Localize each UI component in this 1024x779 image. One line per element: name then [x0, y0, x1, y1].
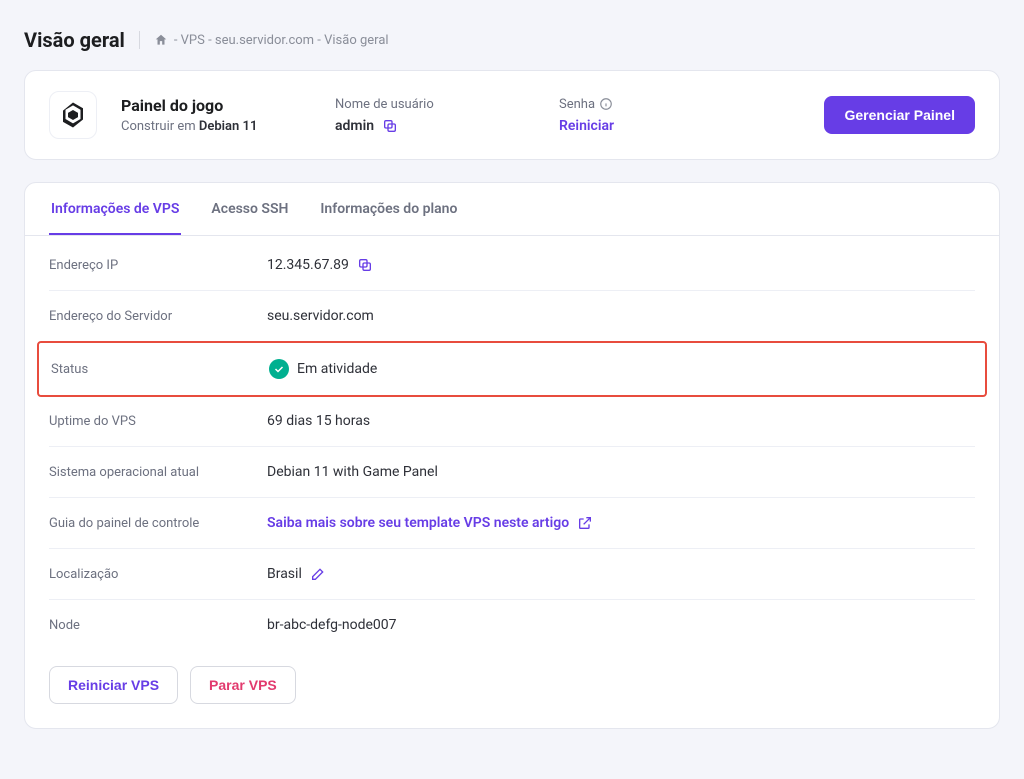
os-value: Debian 11 with Game Panel [267, 464, 438, 480]
row-ip: Endereço IP 12.345.67.89 [49, 240, 975, 291]
page-header: Visão geral - VPS - seu.servidor.com - V… [24, 28, 1000, 52]
username-value: admin [335, 118, 374, 134]
os-label: Sistema operacional atual [49, 465, 267, 480]
tabs: Informações de VPS Acesso SSH Informaçõe… [25, 183, 999, 236]
panel-title: Painel do jogo [121, 96, 311, 115]
guide-link[interactable]: Saiba mais sobre seu template VPS neste … [267, 515, 569, 531]
guide-label: Guia do painel de controle [49, 516, 267, 531]
row-uptime: Uptime do VPS 69 dias 15 horas [49, 396, 975, 447]
header-divider [139, 31, 140, 49]
password-reset-link[interactable]: Reiniciar [559, 118, 759, 134]
tab-plan[interactable]: Informações do plano [318, 183, 459, 235]
location-value: Brasil [267, 566, 302, 582]
manage-panel-button[interactable]: Gerenciar Painel [824, 96, 975, 134]
row-os: Sistema operacional atual Debian 11 with… [49, 447, 975, 498]
external-link-icon[interactable] [577, 515, 593, 531]
stop-vps-button[interactable]: Parar VPS [190, 666, 296, 704]
hex-icon [58, 100, 88, 130]
password-label: Senha [559, 97, 759, 112]
username-label: Nome de usuário [335, 97, 535, 112]
row-server: Endereço do Servidor seu.servidor.com [49, 291, 975, 342]
page-title: Visão geral [24, 28, 125, 52]
server-label: Endereço do Servidor [49, 309, 267, 324]
vps-info-card: Informações de VPS Acesso SSH Informaçõe… [24, 182, 1000, 729]
game-panel-card: Painel do jogo Construir em Debian 11 No… [24, 70, 1000, 160]
ip-value: 12.345.67.89 [267, 257, 349, 273]
edit-icon[interactable] [310, 566, 326, 582]
breadcrumb[interactable]: - VPS - seu.servidor.com - Visão geral [154, 33, 389, 48]
tab-vps-info[interactable]: Informações de VPS [49, 183, 181, 235]
breadcrumb-text: - VPS - seu.servidor.com - Visão geral [174, 33, 389, 48]
panel-subtitle: Construir em Debian 11 [121, 119, 311, 134]
status-check-icon [269, 359, 289, 379]
tab-ssh[interactable]: Acesso SSH [209, 183, 290, 235]
info-icon[interactable] [599, 97, 613, 111]
status-value: Em atividade [297, 361, 377, 377]
node-value: br-abc-defg-node007 [267, 617, 397, 633]
location-label: Localização [49, 567, 267, 582]
ip-label: Endereço IP [49, 258, 267, 273]
uptime-value: 69 dias 15 horas [267, 413, 370, 429]
node-label: Node [49, 618, 267, 633]
copy-icon[interactable] [382, 118, 398, 134]
row-location: Localização Brasil [49, 549, 975, 600]
uptime-label: Uptime do VPS [49, 414, 267, 429]
restart-vps-button[interactable]: Reiniciar VPS [49, 666, 178, 704]
panel-logo [49, 91, 97, 139]
row-status: Status Em atividade [37, 341, 987, 397]
home-icon[interactable] [154, 33, 168, 47]
server-value: seu.servidor.com [267, 308, 374, 324]
row-node: Node br-abc-defg-node007 [49, 600, 975, 650]
status-label: Status [51, 362, 269, 377]
row-guide: Guia do painel de controle Saiba mais so… [49, 498, 975, 549]
copy-icon[interactable] [357, 257, 373, 273]
